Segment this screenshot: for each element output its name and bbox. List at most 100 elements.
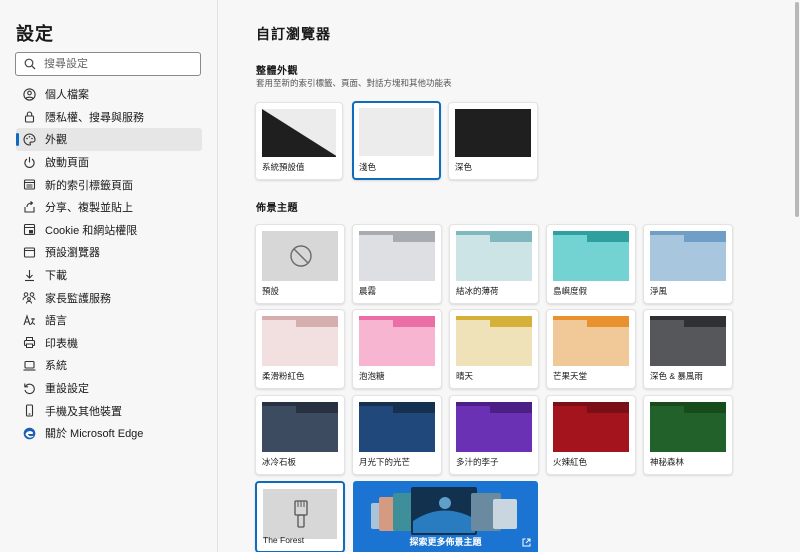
theme-preview	[359, 231, 435, 281]
sidebar-item-phone[interactable]: 手機及其他裝置	[16, 399, 202, 422]
themes-section-title: 佈景主題	[256, 203, 298, 214]
theme-card[interactable]: 芒果天堂	[546, 309, 636, 389]
sidebar-item-new-tab[interactable]: 新的索引標籤頁面	[16, 173, 202, 196]
theme-tab-shape	[553, 406, 587, 415]
sidebar-item-label: 預設瀏覽器	[45, 247, 100, 260]
theme-body	[262, 413, 338, 452]
power-icon	[22, 155, 36, 169]
theme-card[interactable]: The Forest	[255, 481, 345, 552]
theme-card[interactable]: 泡泡糖	[352, 309, 442, 389]
theme-body	[650, 413, 726, 452]
search-icon	[24, 58, 36, 70]
phone-icon	[22, 404, 36, 418]
scrollbar-thumb[interactable]	[795, 2, 799, 217]
theme-tab-shape	[650, 406, 684, 415]
sidebar-item-label: 關於 Microsoft Edge	[45, 428, 144, 441]
sidebar-item-profile[interactable]: 個人檔案	[16, 83, 202, 106]
sidebar-item-system[interactable]: 系統	[16, 354, 202, 377]
sidebar-item-printers[interactable]: 印表機	[16, 332, 202, 355]
theme-body	[359, 327, 435, 366]
theme-tab-shape	[553, 320, 587, 329]
sidebar-item-startup[interactable]: 啟動頁面	[16, 151, 202, 174]
theme-card[interactable]: 預設	[255, 224, 345, 304]
sidebar-item-label: 下載	[45, 270, 67, 283]
search-input[interactable]	[44, 58, 194, 70]
theme-body	[456, 413, 532, 452]
palette-icon	[22, 132, 36, 146]
appearance-option-system[interactable]: 系統預設值	[255, 102, 343, 180]
theme-body	[262, 327, 338, 366]
theme-label: 晨霧	[359, 286, 377, 296]
theme-card[interactable]: 島嶼度假	[546, 224, 636, 304]
theme-preview	[359, 402, 435, 452]
system-icon	[22, 358, 36, 372]
sidebar-item-privacy[interactable]: 隱私權、搜尋與服務	[16, 106, 202, 129]
theme-label: 冰冷石板	[262, 457, 297, 467]
theme-preview	[650, 316, 726, 366]
theme-tab-shape	[456, 406, 490, 415]
sidebar-item-cookies[interactable]: Cookie 和網站權限	[16, 219, 202, 242]
theme-tab-shape	[359, 406, 393, 415]
sidebar-item-about[interactable]: 關於 Microsoft Edge	[16, 422, 202, 445]
theme-card[interactable]: 火辣紅色	[546, 395, 636, 475]
reset-icon	[22, 381, 36, 395]
sidebar-item-label: 手機及其他裝置	[45, 405, 122, 418]
light-preview	[359, 108, 434, 156]
search-box[interactable]	[15, 52, 201, 76]
sidebar-item-downloads[interactable]: 下載	[16, 264, 202, 287]
no-theme-icon	[290, 245, 312, 267]
explore-themes-label: 探索更多佈景主題	[409, 537, 482, 547]
theme-card[interactable]: 晴天	[449, 309, 539, 389]
printer-icon	[22, 336, 36, 350]
theme-tab-shape	[262, 406, 296, 415]
site-permissions-icon	[22, 223, 36, 237]
sidebar-item-reset[interactable]: 重設設定	[16, 377, 202, 400]
sidebar-item-label: 語言	[45, 315, 67, 328]
theme-preview	[456, 402, 532, 452]
theme-card[interactable]: 神秘森林	[643, 395, 733, 475]
theme-label: 多汁的李子	[456, 457, 499, 467]
browser-icon	[22, 245, 36, 259]
theme-card[interactable]: 月光下的光芒	[352, 395, 442, 475]
theme-preview	[553, 316, 629, 366]
edge-icon	[22, 426, 36, 440]
brush-icon	[294, 500, 308, 528]
sidebar-item-label: Cookie 和網站權限	[45, 224, 138, 237]
appearance-option-light[interactable]: 淺色	[352, 101, 441, 180]
theme-card[interactable]: 柔滑粉紅色	[255, 309, 345, 389]
theme-card[interactable]: 冰冷石板	[255, 395, 345, 475]
theme-card[interactable]: 結冰的薄荷	[449, 224, 539, 304]
theme-label: 深色 & 暴風雨	[650, 371, 703, 381]
theme-label: 淨風	[650, 286, 668, 296]
theme-card[interactable]: 淨風	[643, 224, 733, 304]
sidebar-item-default-browser[interactable]: 預設瀏覽器	[16, 241, 202, 264]
explore-themes-banner[interactable]: 探索更多佈景主題	[353, 481, 538, 552]
theme-body	[456, 242, 532, 281]
theme-label: 月光下的光芒	[359, 457, 411, 467]
sidebar-item-share[interactable]: 分享、複製並貼上	[16, 196, 202, 219]
sidebar-item-label: 系統	[45, 360, 67, 373]
sidebar-item-languages[interactable]: 語言	[16, 309, 202, 332]
sidebar-item-label: 分享、複製並貼上	[45, 202, 133, 215]
sidebar-item-label: 外觀	[45, 134, 67, 147]
sidebar-item-label: 重設設定	[45, 383, 89, 396]
theme-preview	[650, 402, 726, 452]
theme-label: The Forest	[263, 535, 305, 545]
system-preview	[262, 109, 336, 157]
appearance-option-dark[interactable]: 深色	[448, 102, 538, 180]
theme-label: 火辣紅色	[553, 457, 588, 467]
language-icon	[22, 313, 36, 327]
theme-body	[553, 413, 629, 452]
sidebar-item-family[interactable]: 家長監護服務	[16, 286, 202, 309]
dark-preview	[455, 109, 531, 157]
sidebar-item-appearance[interactable]: 外觀	[16, 128, 202, 151]
theme-tab-shape	[553, 235, 587, 244]
theme-label: 泡泡糖	[359, 371, 385, 381]
profile-icon	[22, 87, 36, 101]
theme-card[interactable]: 晨霧	[352, 224, 442, 304]
theme-label: 預設	[262, 286, 280, 296]
settings-nav: 個人檔案 隱私權、搜尋與服務 外觀 啟動頁面 新的索引標籤頁面 分享、複製並貼上…	[16, 83, 202, 445]
theme-preview	[262, 231, 338, 281]
theme-card[interactable]: 多汁的李子	[449, 395, 539, 475]
theme-card[interactable]: 深色 & 暴風雨	[643, 309, 733, 389]
